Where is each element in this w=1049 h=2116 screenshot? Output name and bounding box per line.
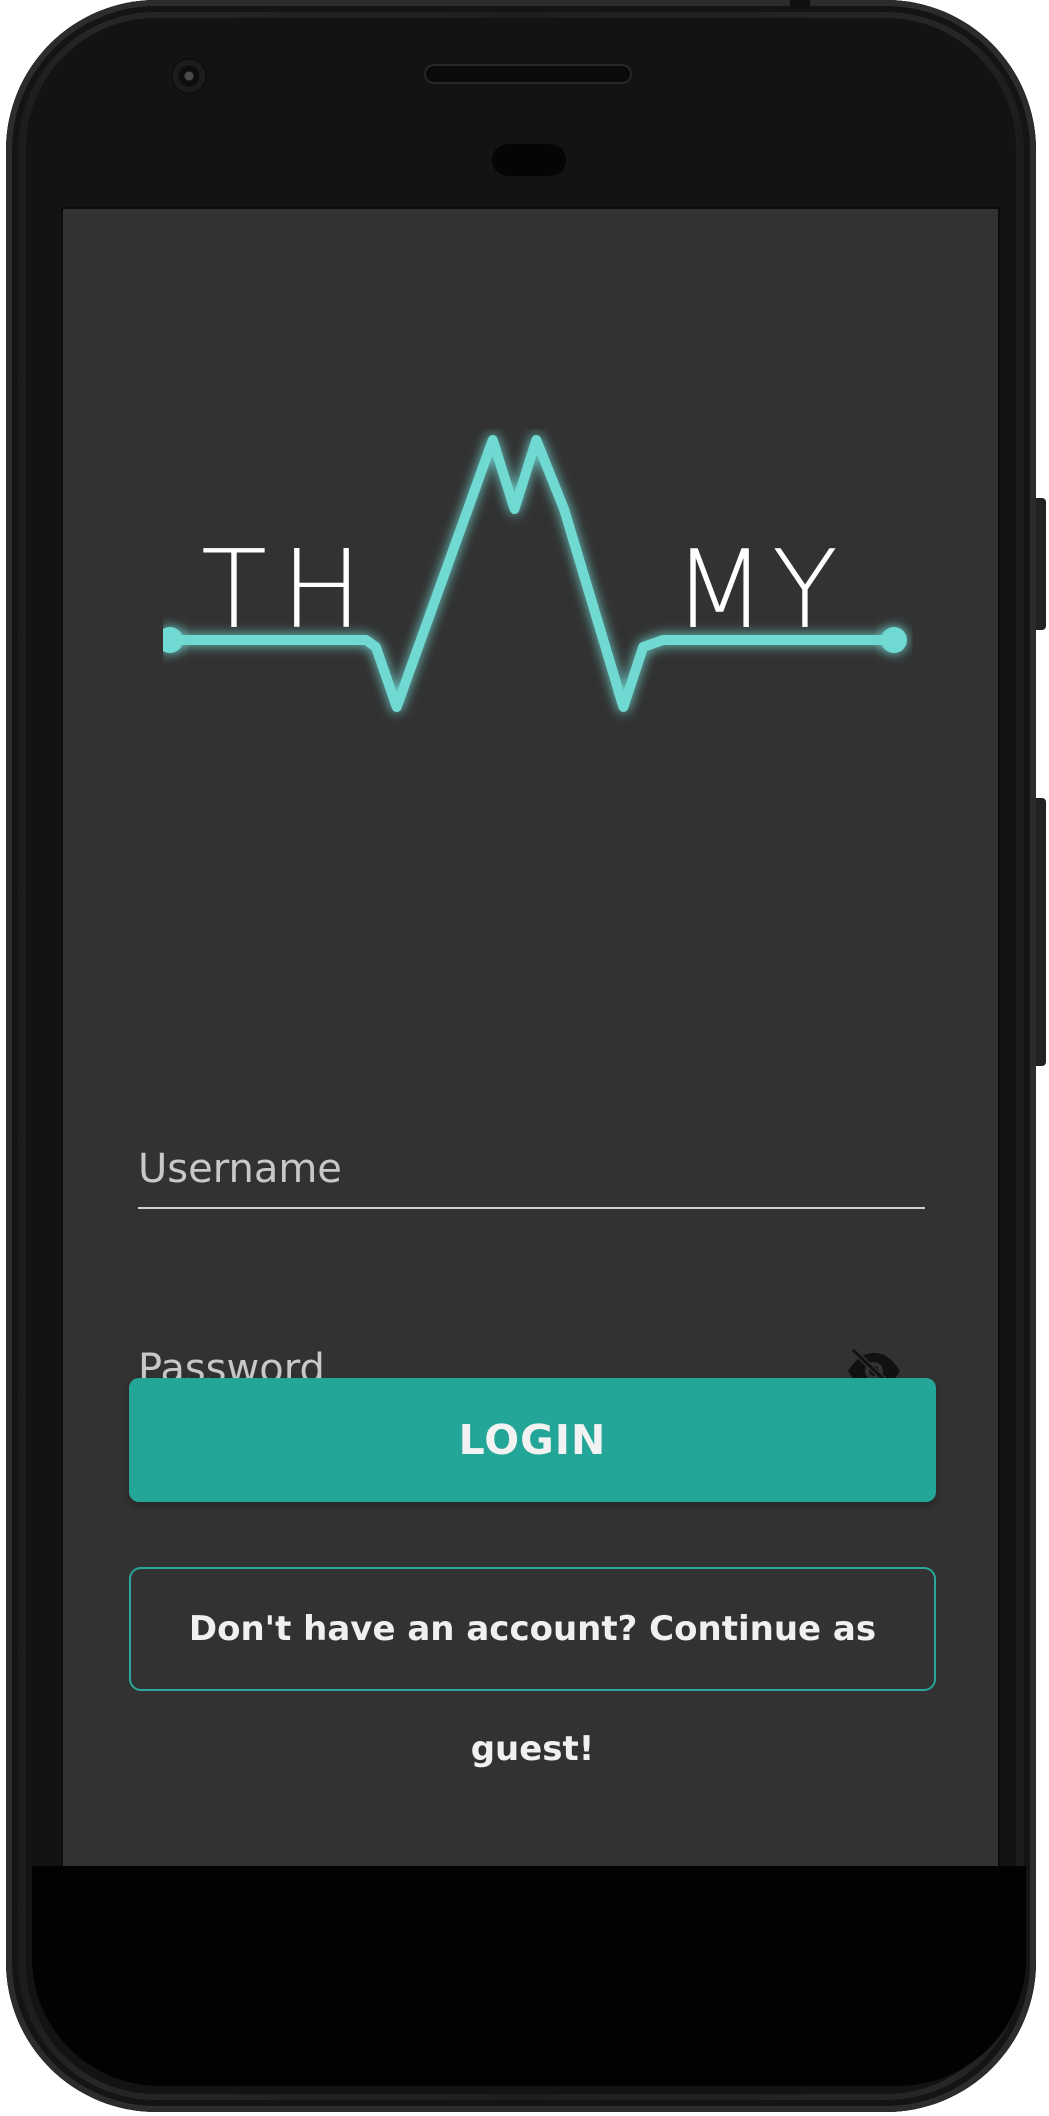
logo-letter: T — [201, 528, 267, 653]
power-button — [1036, 498, 1046, 630]
front-camera-icon — [171, 58, 207, 94]
proximity-sensor — [492, 144, 566, 176]
phone-frame: T H M Y Username Password LOGIN Don't ha… — [6, 0, 1046, 2112]
phone-chin — [32, 1866, 1026, 2086]
username-field[interactable]: Username — [138, 1127, 925, 1209]
earpiece-speaker — [424, 64, 632, 84]
logo-letter: Y — [772, 528, 838, 653]
app-logo: T H M Y — [163, 429, 963, 769]
logo-letter: M — [673, 528, 767, 653]
continue-as-guest-button[interactable]: Don't have an account? Continue as guest… — [129, 1567, 936, 1769]
volume-button — [1036, 798, 1046, 1066]
login-button[interactable]: LOGIN — [129, 1378, 936, 1502]
logo-letter: H — [281, 528, 363, 653]
phone-top-mark — [790, 0, 810, 8]
app-screen: T H M Y Username Password LOGIN Don't ha… — [61, 207, 1000, 1870]
username-label: Username — [138, 1146, 342, 1192]
